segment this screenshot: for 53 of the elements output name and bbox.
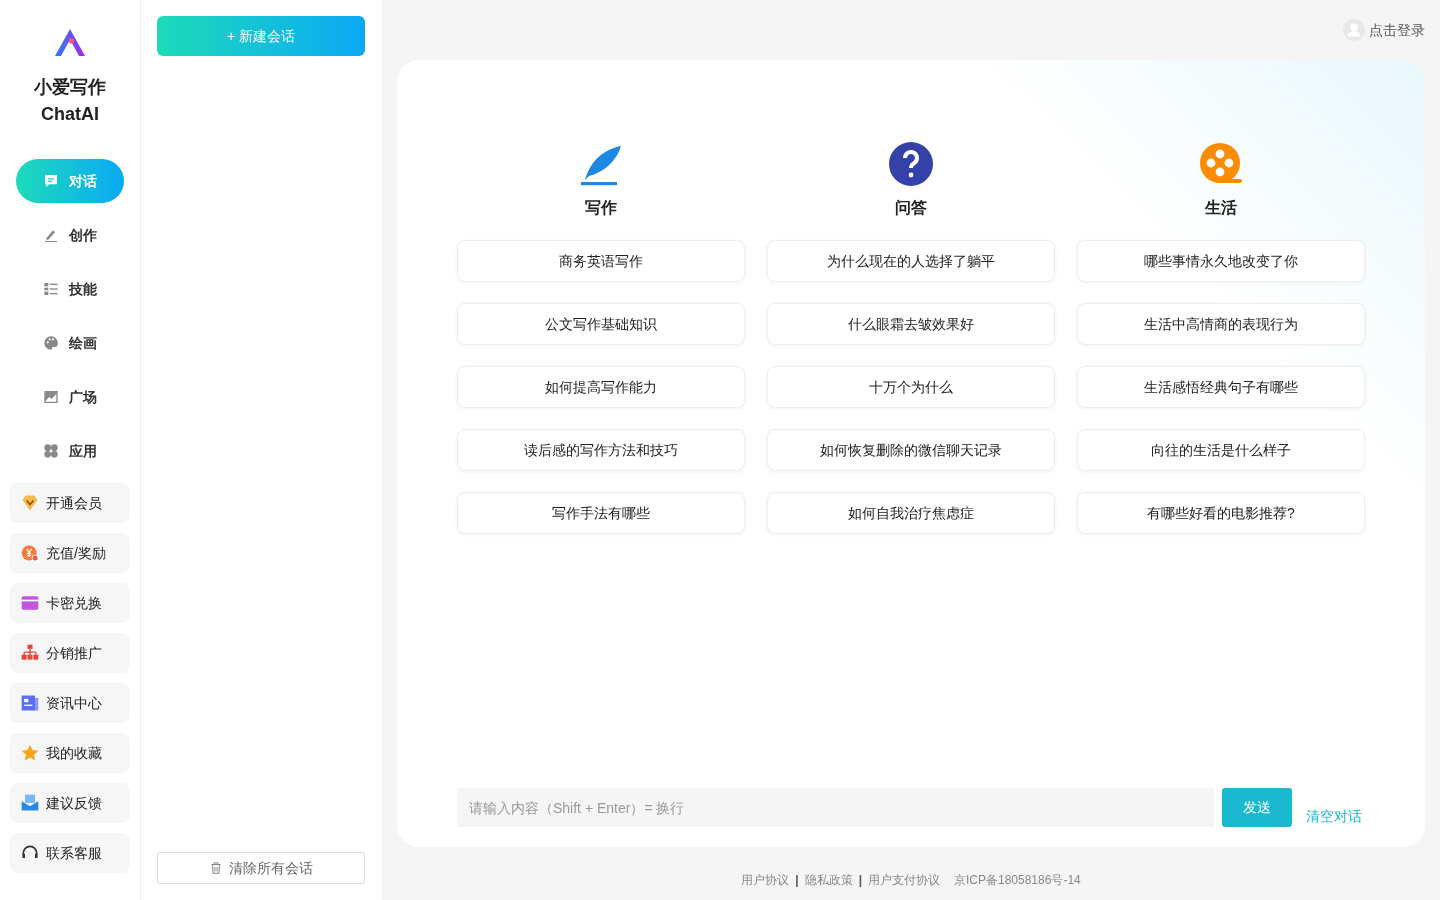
prompt-button[interactable]: 如何提高写作能力 [457, 366, 745, 408]
list-icon [43, 281, 59, 297]
category-title: 问答 [895, 198, 927, 218]
diamond-icon [20, 493, 40, 513]
org-chart-icon [20, 643, 40, 663]
category-title: 写作 [585, 198, 617, 218]
menu-item[interactable]: 建议反馈 [10, 783, 130, 823]
palette-icon [43, 335, 59, 351]
nav-tab[interactable]: 创作 [16, 213, 124, 257]
icp-number: 京ICP备18058186号-14 [954, 872, 1081, 889]
star-icon [20, 743, 40, 763]
login-link[interactable]: 点击登录 [1343, 19, 1425, 41]
prompt-button[interactable]: 商务英语写作 [457, 240, 745, 282]
prompt-button[interactable]: 读后感的写作方法和技巧 [457, 429, 745, 471]
prompt-button[interactable]: 生活感悟经典句子有哪些 [1077, 366, 1365, 408]
brand-subtitle: ChatAI [41, 103, 99, 126]
prompt-button[interactable]: 生活中高情商的表现行为 [1077, 303, 1365, 345]
menu-item[interactable]: 分销推广 [10, 633, 130, 673]
prompt-button[interactable]: 有哪些好看的电影推荐? [1077, 492, 1365, 534]
prompt-button[interactable]: 哪些事情永久地改变了你 [1077, 240, 1365, 282]
menu-item[interactable]: 卡密兑换 [10, 583, 130, 623]
trash-icon [209, 861, 223, 875]
footer-separator: | [795, 872, 799, 889]
footer-separator: | [858, 872, 862, 889]
mail-icon [20, 793, 40, 813]
chat-icon [43, 173, 59, 189]
prompt-button[interactable]: 什么眼霜去皱效果好 [767, 303, 1055, 345]
prompt-button[interactable]: 公文写作基础知识 [457, 303, 745, 345]
prompt-button[interactable]: 为什么现在的人选择了躺平 [767, 240, 1055, 282]
question-icon [887, 140, 935, 188]
card-icon [20, 593, 40, 613]
prompt-button[interactable]: 向往的生活是什么样子 [1077, 429, 1365, 471]
message-input[interactable]: 请输入内容（Shift + Enter）= 换行 [457, 788, 1214, 827]
clear-sessions-button[interactable]: 清除所有会话 [157, 852, 365, 884]
menu-item[interactable]: 资讯中心 [10, 683, 130, 723]
apps-icon [43, 443, 59, 459]
menu-item[interactable]: 充值/奖励 [10, 533, 130, 573]
menu-item[interactable]: 开通会员 [10, 483, 130, 523]
category-title: 生活 [1205, 198, 1237, 218]
nav-tab[interactable]: 绘画 [16, 321, 124, 365]
nav-tab[interactable]: 广场 [16, 375, 124, 419]
prompt-button[interactable]: 如何恢复删除的微信聊天记录 [767, 429, 1055, 471]
image-icon [43, 389, 59, 405]
coin-icon [20, 543, 40, 563]
nav-tab[interactable]: 应用 [16, 429, 124, 473]
prompt-button[interactable]: 写作手法有哪些 [457, 492, 745, 534]
menu-item[interactable]: 联系客服 [10, 833, 130, 873]
prompt-button[interactable]: 十万个为什么 [767, 366, 1055, 408]
newspaper-icon [20, 693, 40, 713]
prompt-button[interactable]: 如何自我治疗焦虑症 [767, 492, 1055, 534]
nav-tab[interactable]: 技能 [16, 267, 124, 311]
menu-item[interactable]: 我的收藏 [10, 733, 130, 773]
brand-name: 小爱写作 [34, 76, 106, 99]
